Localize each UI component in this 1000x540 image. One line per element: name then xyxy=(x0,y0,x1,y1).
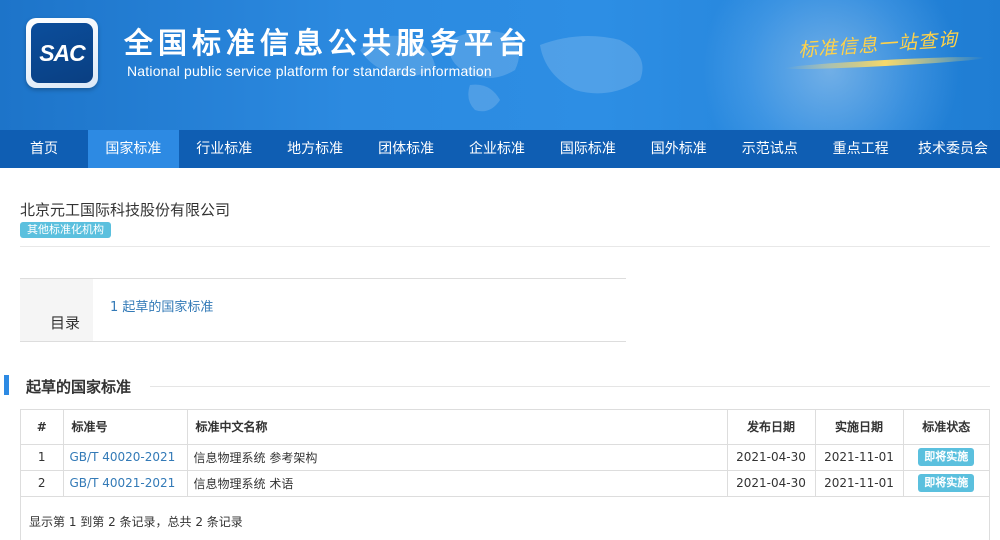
nav-item-tech-committee[interactable]: 技术委员会 xyxy=(906,130,1000,168)
pagination-summary: 显示第 1 到第 2 条记录，总共 2 条记录 xyxy=(29,515,243,529)
col-header-standard-name[interactable]: 标准中文名称 xyxy=(186,410,728,445)
header-banner: SAC 全国标准信息公共服务平台 National public service… xyxy=(0,0,1000,130)
table-of-contents: 目录 1 起草的国家标准 xyxy=(20,278,626,342)
nav-item-foreign-standards[interactable]: 国外标准 xyxy=(633,130,724,168)
sac-logo-inner: SAC xyxy=(31,23,93,83)
nav-item-local-standards[interactable]: 地方标准 xyxy=(270,130,361,168)
standards-table: # 标准号 标准中文名称 发布日期 实施日期 标准状态 1 GB/T 40020… xyxy=(21,410,989,497)
status-badge: 即将实施 xyxy=(918,448,975,466)
publish-date: 2021-04-30 xyxy=(726,469,816,497)
site-title-cn: 全国标准信息公共服务平台 xyxy=(124,26,533,60)
nav-item-industry-standards[interactable]: 行业标准 xyxy=(179,130,270,168)
effective-date: 2021-11-01 xyxy=(814,469,904,497)
nav-item-key-projects[interactable]: 重点工程 xyxy=(815,130,906,168)
divider xyxy=(20,246,990,247)
nav-item-international-standards[interactable]: 国际标准 xyxy=(542,130,633,168)
status-cell: 即将实施 xyxy=(902,443,989,471)
nav-item-group-standards[interactable]: 团体标准 xyxy=(361,130,452,168)
table-row: 2 GB/T 40021-2021 信息物理系统 术语 2021-04-30 2… xyxy=(21,469,989,497)
standard-number-link[interactable]: GB/T 40020-2021 xyxy=(62,443,188,471)
org-type-badge: 其他标准化机构 xyxy=(20,222,111,238)
nav-item-enterprise-standards[interactable]: 企业标准 xyxy=(452,130,543,168)
section-accent-bar xyxy=(4,375,9,395)
org-name: 北京元工国际科技股份有限公司 xyxy=(20,201,231,219)
col-header-status[interactable]: 标准状态 xyxy=(902,410,989,445)
nav-item-pilot-demo[interactable]: 示范试点 xyxy=(724,130,815,168)
effective-date: 2021-11-01 xyxy=(814,443,904,471)
main-nav: 首页 国家标准 行业标准 地方标准 团体标准 企业标准 国际标准 国外标准 示范… xyxy=(0,130,1000,168)
status-cell: 即将实施 xyxy=(902,469,989,497)
toc-label: 目录 xyxy=(50,314,81,332)
sac-logo[interactable]: SAC xyxy=(26,18,98,88)
standard-number-link[interactable]: GB/T 40021-2021 xyxy=(62,469,188,497)
nav-item-home[interactable]: 首页 xyxy=(0,130,88,168)
nav-item-national-standards[interactable]: 国家标准 xyxy=(87,130,179,168)
row-index: 2 xyxy=(21,469,64,497)
status-badge: 即将实施 xyxy=(918,474,975,492)
col-header-publish-date[interactable]: 发布日期 xyxy=(726,410,816,445)
col-header-standard-number[interactable]: 标准号 xyxy=(62,410,188,445)
section-divider xyxy=(150,386,990,387)
section-title: 起草的国家标准 xyxy=(26,378,132,396)
col-header-effective-date[interactable]: 实施日期 xyxy=(814,410,904,445)
site-title-en: National public service platform for sta… xyxy=(127,63,492,79)
publish-date: 2021-04-30 xyxy=(726,443,816,471)
logo-text: SAC xyxy=(39,40,86,66)
table-row: 1 GB/T 40020-2021 信息物理系统 参考架构 2021-04-30… xyxy=(21,443,989,471)
standard-name: 信息物理系统 参考架构 xyxy=(186,443,728,471)
standard-name: 信息物理系统 术语 xyxy=(186,469,728,497)
col-header-index[interactable]: # xyxy=(21,410,64,445)
table-header-row: # 标准号 标准中文名称 发布日期 实施日期 标准状态 xyxy=(21,410,989,445)
row-index: 1 xyxy=(21,443,64,471)
toc-link-drafted-national-standards[interactable]: 1 起草的国家标准 xyxy=(110,296,213,315)
